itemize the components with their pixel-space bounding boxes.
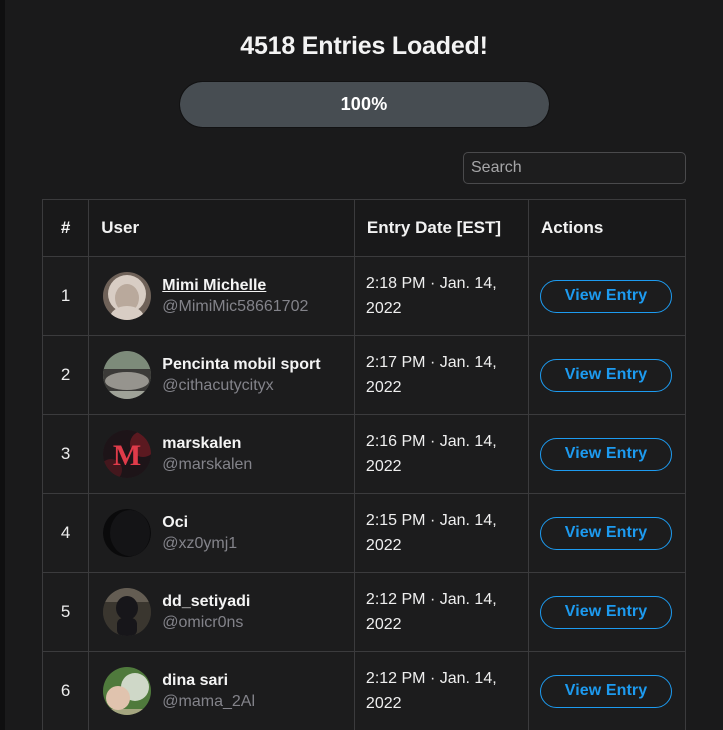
view-entry-button[interactable]: View Entry	[540, 674, 672, 708]
entry-date: 2:18 PM · Jan. 14, 2022	[353, 256, 530, 336]
view-entry-button[interactable]: View Entry	[540, 516, 672, 550]
avatar	[103, 272, 152, 320]
avatar	[103, 351, 152, 399]
table-row: 3 Mmarskalen @marskalen 2:16 PM · Jan. 14, …	[41, 414, 686, 494]
column-header-user[interactable]: User	[88, 199, 355, 257]
row-index: 3	[41, 414, 90, 494]
user-cell: Mmarskalen @marskalen	[88, 414, 355, 494]
table-row: 2 Pencinta mobil sport @cithacutycityx 2:17…	[41, 335, 686, 415]
user-display-name[interactable]: dd_setiyadi	[162, 592, 250, 612]
user-display-name[interactable]: marskalen	[162, 434, 252, 454]
user-handle[interactable]: @omicr0ns	[162, 612, 250, 633]
avatar: M	[103, 430, 152, 478]
user-display-name[interactable]: Mimi Michelle	[162, 276, 308, 296]
entries-page: 4518 Entries Loaded! 100% # User Entry D…	[5, 0, 723, 730]
column-header-date[interactable]: Entry Date [EST]	[353, 199, 530, 257]
table-row: 1 Mimi Michelle @MimiMic58661702 2:18 PM · …	[41, 256, 686, 336]
avatar	[103, 588, 152, 636]
row-index: 2	[41, 335, 90, 415]
actions-cell: View Entry	[528, 493, 686, 573]
avatar	[103, 509, 152, 557]
table-row: 5 dd_setiyadi @omicr0ns 2:12 PM · Jan. 14, …	[41, 572, 686, 652]
column-header-actions[interactable]: Actions	[528, 199, 686, 257]
entries-table: # User Entry Date [EST] Actions 1 Mimi Mi…	[41, 199, 686, 730]
table-header: # User Entry Date [EST] Actions	[41, 199, 686, 257]
user-display-name[interactable]: Oci	[162, 513, 237, 533]
entries-table-container: # User Entry Date [EST] Actions 1 Mimi Mi…	[41, 199, 686, 730]
user-display-name[interactable]: Pencinta mobil sport	[162, 355, 320, 375]
row-index: 1	[41, 256, 90, 336]
avatar	[103, 667, 152, 715]
entry-date: 2:12 PM · Jan. 14, 2022	[353, 572, 530, 652]
search-row	[5, 152, 723, 184]
row-index: 4	[41, 493, 90, 573]
table-row: 6 dina sari @mama_2Al 2:12 PM · Jan. 14, 20…	[41, 651, 686, 730]
actions-cell: View Entry	[528, 335, 686, 415]
actions-cell: View Entry	[528, 414, 686, 494]
page-title: 4518 Entries Loaded!	[240, 32, 488, 60]
entry-date: 2:16 PM · Jan. 14, 2022	[353, 414, 530, 494]
table-header-row: # User Entry Date [EST] Actions	[41, 199, 686, 257]
view-entry-button[interactable]: View Entry	[540, 437, 672, 471]
loading-progress-bar: 100%	[178, 81, 550, 128]
table-row: 4 Oci @xz0ymj1 2:15 PM · Jan. 14, 2022 View …	[41, 493, 686, 573]
actions-cell: View Entry	[528, 256, 686, 336]
column-header-index[interactable]: #	[41, 199, 90, 257]
entry-date: 2:15 PM · Jan. 14, 2022	[353, 493, 530, 573]
row-index: 5	[41, 572, 90, 652]
user-display-name[interactable]: dina sari	[162, 671, 255, 691]
user-cell: Pencinta mobil sport @cithacutycityx	[88, 335, 355, 415]
user-handle[interactable]: @mama_2Al	[162, 691, 255, 712]
user-cell: Mimi Michelle @MimiMic58661702	[88, 256, 355, 336]
user-cell: dina sari @mama_2Al	[88, 651, 355, 730]
entry-date: 2:17 PM · Jan. 14, 2022	[353, 335, 530, 415]
view-entry-button[interactable]: View Entry	[540, 279, 672, 313]
view-entry-button[interactable]: View Entry	[540, 595, 672, 629]
user-handle[interactable]: @xz0ymj1	[162, 533, 237, 554]
actions-cell: View Entry	[528, 651, 686, 730]
table-body: 1 Mimi Michelle @MimiMic58661702 2:18 PM · …	[41, 256, 686, 730]
view-entry-button[interactable]: View Entry	[540, 358, 672, 392]
progress-bar-label: 100%	[340, 94, 388, 114]
user-handle[interactable]: @cithacutycityx	[162, 375, 320, 396]
svg-text:M: M	[113, 439, 141, 472]
user-handle[interactable]: @marskalen	[162, 454, 252, 475]
entry-date: 2:12 PM · Jan. 14, 2022	[353, 651, 530, 730]
user-cell: dd_setiyadi @omicr0ns	[88, 572, 355, 652]
user-cell: Oci @xz0ymj1	[88, 493, 355, 573]
row-index: 6	[41, 651, 90, 730]
search-input[interactable]	[463, 152, 686, 184]
actions-cell: View Entry	[528, 572, 686, 652]
user-handle[interactable]: @MimiMic58661702	[162, 296, 308, 317]
